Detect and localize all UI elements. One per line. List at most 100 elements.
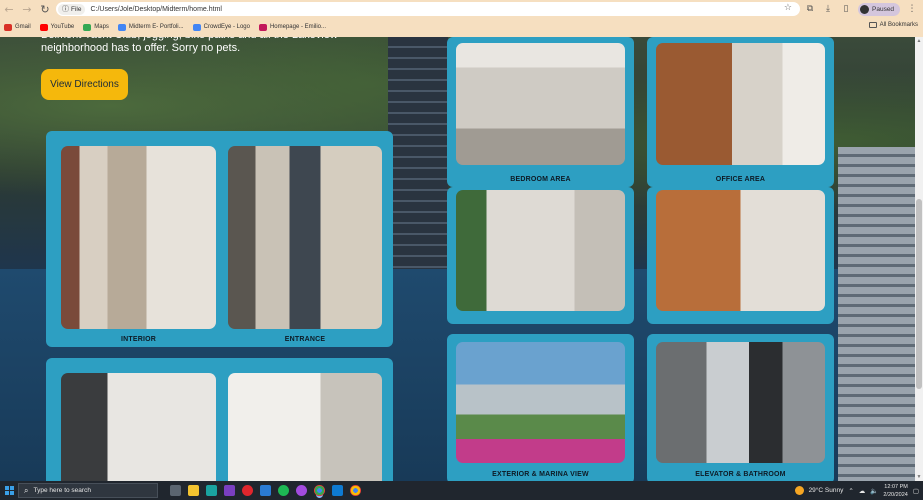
folder-icon xyxy=(868,22,877,28)
back-button[interactable]: ← xyxy=(0,0,18,18)
avatar xyxy=(860,4,869,14)
bookmark-label: Maps xyxy=(94,24,109,30)
profile-button[interactable]: Paused xyxy=(858,2,901,16)
tray-chevron-icon[interactable]: ⌃ xyxy=(848,487,853,495)
clock-time: 12:07 PM xyxy=(884,483,908,490)
all-bookmarks-label: All Bookmarks xyxy=(879,22,918,28)
bookmark-favicon-icon xyxy=(83,23,92,31)
bookmark-favicon-icon xyxy=(39,23,48,31)
sidepanel-icon[interactable]: ▯ xyxy=(840,4,852,14)
bookmark-label: Gmail xyxy=(15,24,31,30)
opera-icon[interactable] xyxy=(242,485,253,496)
bookmark-star-icon[interactable]: ☆ xyxy=(784,3,792,13)
search-placeholder: Type here to search xyxy=(33,487,91,494)
spotify-icon[interactable] xyxy=(278,485,289,496)
tile-office: OFFICE AREA xyxy=(647,37,834,187)
file-explorer-icon[interactable] xyxy=(188,485,199,496)
browser-chrome: ← → ↻ ⓘ File C:/Users/Jole/Desktop/Midte… xyxy=(0,0,923,37)
caption-elevator: ELEVATOR & BATHROOM xyxy=(695,471,786,478)
info-icon: ⓘ xyxy=(62,5,69,13)
scrollbar-thumb[interactable] xyxy=(916,199,922,389)
mail-icon[interactable] xyxy=(260,485,271,496)
caption-exterior: EXTERIOR & MARINA VIEW xyxy=(492,471,589,478)
bookmark-label: YouTube xyxy=(50,24,75,30)
extensions-icon[interactable]: ⧉ xyxy=(804,4,816,14)
lobby-photo[interactable] xyxy=(61,373,216,481)
system-tray: 29°C Sunny ⌃ ☁ 🔈 12:07 PM 2/20/2024 ▢ xyxy=(794,481,919,500)
caption-interior: INTERIOR xyxy=(120,336,157,343)
bedroom-2-photo[interactable] xyxy=(456,190,625,311)
start-button[interactable] xyxy=(0,481,18,500)
elevator-photo[interactable] xyxy=(656,342,825,463)
entrance-photo[interactable] xyxy=(228,146,382,329)
background-building xyxy=(388,37,448,277)
bookmark-label: Homepage - Emilio... xyxy=(269,24,326,30)
bookmark-favicon-icon xyxy=(4,23,12,31)
bedroom-photo[interactable] xyxy=(456,43,625,165)
bookmark-item[interactable]: Gmail xyxy=(4,23,31,31)
bookmark-item[interactable]: Maps xyxy=(83,23,109,31)
address-bar[interactable]: ⓘ File C:/Users/Jole/Desktop/Midterm/hom… xyxy=(56,2,800,16)
windows-logo-icon xyxy=(4,486,14,495)
profile-status: Paused xyxy=(872,5,895,13)
office-photo[interactable] xyxy=(656,43,825,165)
gallery-card-left-2 xyxy=(46,358,393,481)
menu-icon[interactable]: ⋮ xyxy=(906,4,918,14)
weather-text[interactable]: 29°C Sunny xyxy=(809,487,844,494)
bookmarks-bar: Gmail YouTube Maps Midterm E- Portfoli... Cr… xyxy=(0,19,923,35)
clock[interactable]: 12:07 PM 2/20/2024 xyxy=(883,483,907,499)
page-scrollbar[interactable]: ▲ ▼ xyxy=(915,37,923,481)
windows-taskbar: ⌕ Type here to search 29°C Sunny ⌃ ☁ 🔈 1… xyxy=(0,481,923,500)
bookmark-item[interactable]: CrowdEye - Logo xyxy=(192,23,250,31)
file-chip-label: File xyxy=(71,5,82,13)
tile-bedroom-2 xyxy=(447,187,634,324)
task-view-icon[interactable] xyxy=(170,485,181,496)
site-info-chip[interactable]: ⓘ File xyxy=(58,3,86,15)
chrome-icon[interactable] xyxy=(314,485,325,496)
view-directions-button[interactable]: View Directions xyxy=(41,69,128,100)
network-icon[interactable]: ☁ xyxy=(859,487,866,495)
caption-bedroom: BEDROOM AREA xyxy=(510,176,571,183)
clock-date: 2/20/2024 xyxy=(883,491,908,498)
scroll-down-icon[interactable]: ▼ xyxy=(916,474,922,480)
office-2-photo[interactable] xyxy=(656,190,825,311)
taskbar-search[interactable]: ⌕ Type here to search xyxy=(18,483,158,498)
caption-entrance: ENTRANCE xyxy=(284,336,326,343)
exterior-photo[interactable] xyxy=(456,342,625,463)
gallery-card-left-1: INTERIOR ENTRANCE xyxy=(46,131,393,347)
caption-office: OFFICE AREA xyxy=(715,176,766,183)
notifications-icon[interactable]: ▢ xyxy=(913,487,919,495)
tile-bedroom: BEDROOM AREA xyxy=(447,37,634,187)
bookmark-label: Midterm E- Portfoli... xyxy=(128,24,184,30)
page-content: Belmont Yacht Club, jogging, bike paths … xyxy=(0,37,915,481)
all-bookmarks-button[interactable]: All Bookmarks xyxy=(868,22,918,28)
messenger-icon[interactable] xyxy=(296,485,307,496)
tile-exterior: EXTERIOR & MARINA VIEW xyxy=(447,334,634,481)
weather-sun-icon xyxy=(794,486,804,495)
edge-icon[interactable] xyxy=(206,485,217,496)
toolbar-actions: ⧉ ⤓ ▯ Paused ⋮ xyxy=(804,0,918,18)
visual-studio-icon[interactable] xyxy=(224,485,235,496)
volume-icon[interactable]: 🔈 xyxy=(870,487,878,495)
bookmark-label: CrowdEye - Logo xyxy=(203,24,250,30)
url-text[interactable]: C:/Users/Jole/Desktop/Midterm/home.html xyxy=(90,6,221,13)
scroll-up-icon[interactable]: ▲ xyxy=(916,38,922,44)
bookmark-item[interactable]: Homepage - Emilio... xyxy=(258,23,326,31)
vscode-icon[interactable] xyxy=(332,485,343,496)
taskbar-apps xyxy=(170,485,361,496)
chrome-profile-icon[interactable] xyxy=(350,485,361,496)
tile-elevator: ELEVATOR & BATHROOM xyxy=(647,334,834,481)
lounge-photo[interactable] xyxy=(228,373,382,481)
interior-photo[interactable] xyxy=(61,146,216,329)
bookmark-favicon-icon xyxy=(258,23,267,31)
tile-office-2 xyxy=(647,187,834,324)
background-building-right xyxy=(838,147,915,481)
download-icon[interactable]: ⤓ xyxy=(822,4,834,14)
hero-text: Belmont Yacht Club, jogging, bike paths … xyxy=(41,37,338,54)
reload-button[interactable]: ↻ xyxy=(36,0,54,18)
bookmark-favicon-icon xyxy=(192,23,201,31)
bookmark-item[interactable]: Midterm E- Portfoli... xyxy=(117,23,184,31)
bookmark-favicon-icon xyxy=(117,23,126,31)
bookmark-item[interactable]: YouTube xyxy=(39,23,75,31)
forward-button[interactable]: → xyxy=(18,0,36,18)
